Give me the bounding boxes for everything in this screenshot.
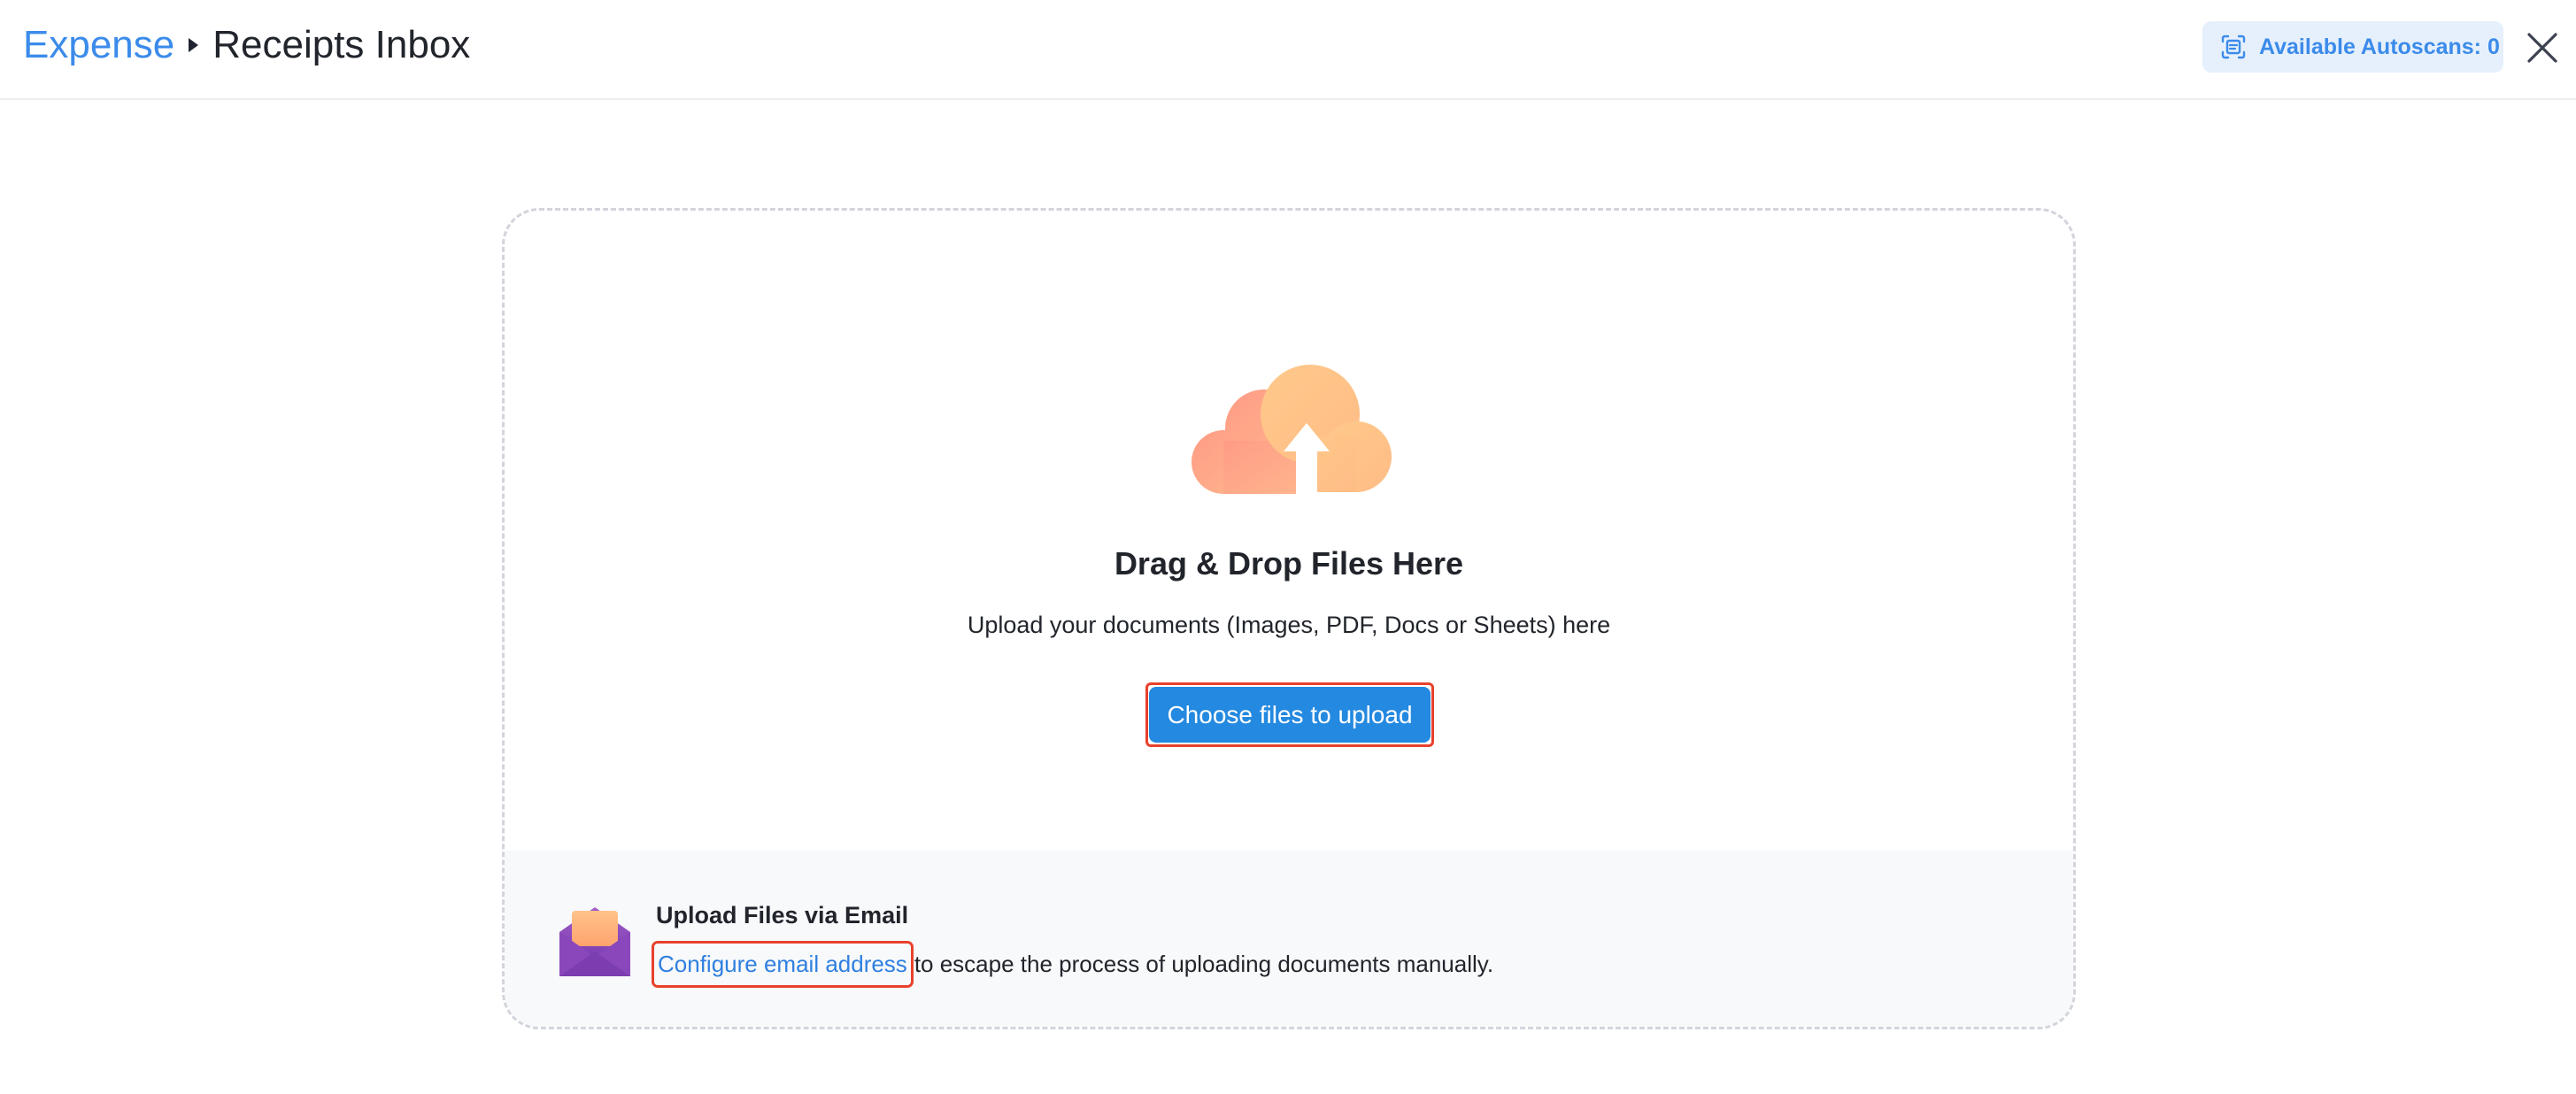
cloud-upload-icon [1192,365,1392,496]
configure-email-link[interactable]: Configure email address [652,941,914,988]
file-dropzone[interactable]: Drag & Drop Files Here Upload your docum… [502,208,2076,1029]
dropzone-title: Drag & Drop Files Here [1114,545,1464,582]
email-upload-section: Upload Files via Email Configure email a… [505,851,2073,1027]
email-upload-text: to escape the process of uploading docum… [914,951,1494,977]
breadcrumb-separator-icon [189,38,199,52]
available-autoscans-badge[interactable]: Available Autoscans: 0 [2202,21,2503,73]
scan-icon [2221,35,2246,59]
breadcrumb: Expense Receipts Inbox [23,18,470,73]
email-upload-description: Configure email address to escape the pr… [652,941,1494,988]
email-upload-title: Upload Files via Email [656,902,909,928]
page-title: Receipts Inbox [212,23,471,66]
breadcrumb-expense-link[interactable]: Expense [23,23,174,67]
envelope-icon [558,904,632,978]
choose-files-button[interactable]: Choose files to upload [1149,687,1431,743]
dropzone-subtitle: Upload your documents (Images, PDF, Docs… [967,612,1611,638]
close-button[interactable] [2523,28,2562,67]
autoscans-label: Available Autoscans: 0 [2259,34,2500,59]
page-header: Expense Receipts Inbox Available Autosca… [0,0,2576,100]
close-icon [2527,33,2557,63]
